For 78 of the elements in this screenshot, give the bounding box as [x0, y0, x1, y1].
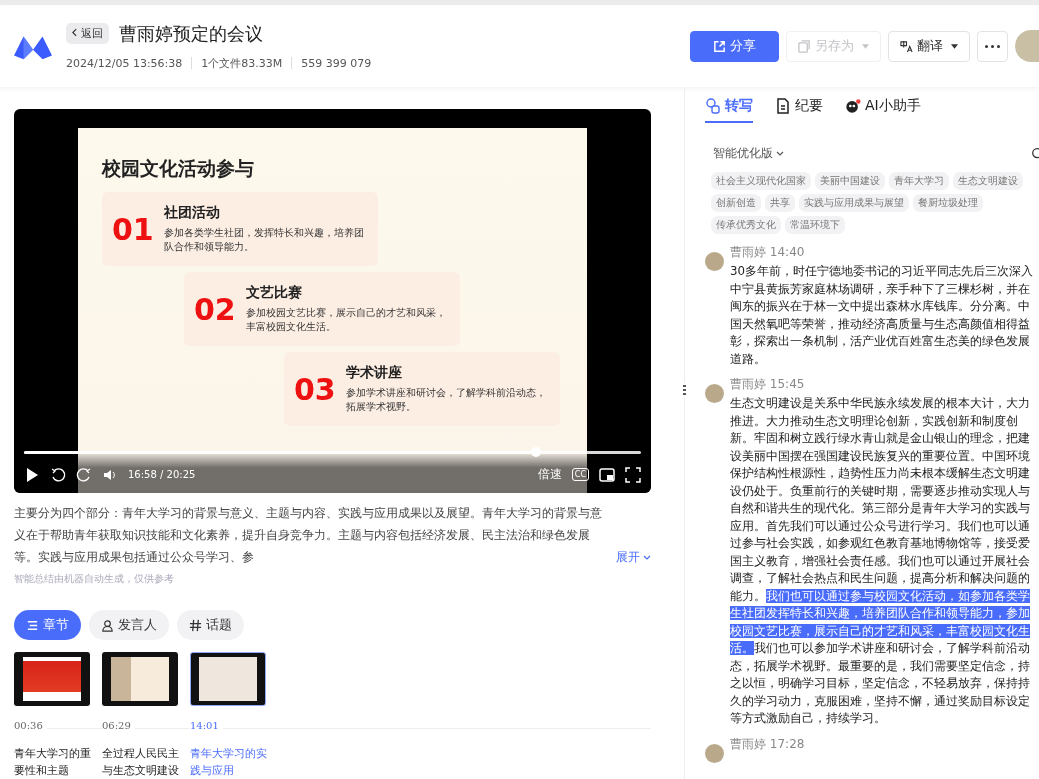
speaker-name-time: 曹雨婷 14:40 [730, 244, 806, 261]
search-icon[interactable] [1030, 146, 1039, 161]
slide-number: 03 [294, 371, 336, 407]
keyword-tag[interactable]: 创新创造 [711, 194, 761, 212]
chapter-title[interactable]: 青年大学习的实践与应用 [190, 745, 268, 779]
panel-tab[interactable]: 转写 [705, 97, 753, 123]
slide-number: 01 [112, 211, 154, 247]
forward-icon[interactable] [76, 466, 92, 483]
slide-card-text: 参加校园文艺比赛，展示自己的才艺和风采，丰富校园文化生活。 [245, 305, 447, 334]
chevron-down-icon [776, 151, 784, 156]
slide-card-title: 学术讲座 [345, 363, 403, 382]
transcript-text: 生态文明建设是关系中华民族永续发展的根本大计，大力推进。大力推动生态文明理论创新，实践创新和制度创新。牢固和树立践行绿水青山就是金山银山的理念，把建设美丽中国摆在强国建设民族复兴的重要位置。中国环境保护结构性根源性，趋势性压力尚未根本缓解生态文明建设仍处于。负重前行的关键时期，需要逐步推动实现人与自然和谐共生的现代化。第三部分是青年大学习的实践与应用。首先我们可以通过公众号进行学习。我们也可以通过参与社会实践，如参观红色教育基地博物馆等，接受爱国主义教育，增强社会责任感。我们也可以通过开展社会调查，了解社会热点和民生问题，提高分析和解决问题的能力。我们也可以通过参与校园文化活动，如参加各类学生社团发挥特长和兴趣，培养团队合作和领导能力，参加校园文艺比赛，展示自己的才艺和风采，丰富校园文化生活。我们也可以参加学术讲座和研讨会，了解学科前沿动态，拓展学术视野。最重要的是，我们需要坚定信念，持之以恒，明确学习目标，坚定信念，不轻易放弃，保持持久的学习动力，克服困难，坚持不懈，通过奖励目标设定等方式激励自己，持续学习。 [730, 395, 1031, 727]
playback-time: 16:58 / 20:25 [128, 469, 196, 480]
speaker-name-time: 曹雨婷 15:45 [730, 376, 806, 393]
slide-card-title: 社团活动 [163, 203, 221, 222]
meta-text: 2024/12/05 13:56:38 [66, 56, 183, 70]
panel-tab[interactable]: 纪要 [775, 97, 823, 123]
slide-card-text: 参加各类学生社团，发挥特长和兴趣，培养团队合作和领导能力。 [163, 225, 365, 254]
transcript-icon [705, 98, 721, 114]
chapter-thumbnail[interactable] [190, 652, 266, 706]
chevron-down-icon [643, 554, 651, 560]
translate-icon [900, 39, 913, 53]
chapter-thumbnail[interactable] [14, 652, 90, 706]
caret-icon [862, 43, 869, 49]
chapter-time: 06:29 [102, 720, 135, 731]
keyword-tag[interactable]: 共享 [765, 194, 795, 212]
caret-icon [951, 43, 958, 49]
keyword-tag[interactable]: 社会主义现代化国家 [711, 172, 811, 190]
rewind-icon[interactable] [50, 466, 66, 483]
speed-button[interactable]: 倍速 [537, 466, 562, 483]
slide-number: 02 [194, 291, 236, 327]
speaker-name-time: 曹雨婷 17:28 [730, 735, 806, 753]
keyword-tag[interactable]: 青年大学习 [889, 172, 949, 190]
slide-title: 校园文化活动参与 [102, 156, 255, 181]
fullscreen-icon[interactable] [625, 466, 641, 483]
chevron-left-icon [72, 28, 77, 37]
keyword-tag[interactable]: 生态文明建设 [953, 172, 1023, 190]
meeting-title: 曹雨婷预定的会议 [119, 21, 263, 46]
panel-tab[interactable]: AI小助手 [845, 97, 921, 123]
translate-button[interactable]: 翻译 [888, 30, 970, 62]
keyword-tag[interactable]: 常温环境下 [785, 216, 845, 234]
slide-card-title: 文艺比赛 [245, 283, 303, 302]
speaker-avatar [705, 384, 724, 403]
chapter-title[interactable]: 青年大学习的重要性和主题 [14, 745, 92, 779]
speaker-avatar [705, 252, 724, 271]
meta-text: 559 399 079 [301, 56, 372, 70]
chapter-time: 00:36 [14, 720, 47, 731]
subtitles-button[interactable]: CC [571, 468, 589, 481]
version-dropdown[interactable]: 智能优化版 [713, 145, 784, 162]
chapter-title[interactable]: 全过程人民民主与生态文明建设 [102, 745, 180, 779]
list-icon [26, 618, 39, 632]
copy-icon [798, 39, 811, 53]
meta-text: 1个文件83.33M [201, 55, 283, 71]
person-icon [101, 618, 114, 632]
view-tab[interactable]: 话题 [177, 610, 244, 640]
keyword-tag[interactable]: 实践与应用成果与展望 [799, 194, 909, 212]
keyword-tag[interactable]: 传承优秀文化 [711, 216, 781, 234]
share-button[interactable]: 分享 [690, 30, 779, 62]
chapter-time: 14:01 [190, 720, 223, 731]
progress-handle[interactable] [531, 447, 542, 457]
keyword-tag[interactable]: 美丽中国建设 [815, 172, 885, 190]
picture-in-picture-icon[interactable] [599, 466, 615, 483]
keyword-tag[interactable]: 餐厨垃圾处理 [913, 194, 983, 212]
summary-text: 主要分为四个部分：青年大学习的背景与意义、主题与内容、实践与应用成果以及展望。青年大学习的背景与意义在于帮助青年获取知识技能和文化素养，提升自身竞争力。主题与内容包括经济发展、民主法治和绿色发展等。实践与应用成果包括通过公众号学习、参 [14, 505, 603, 566]
chapter-thumbnail[interactable] [102, 652, 178, 706]
speaker-avatar [705, 743, 724, 763]
assistant-icon [845, 98, 861, 114]
view-tab[interactable]: 发言人 [89, 610, 169, 640]
slide-card-text: 参加学术讲座和研讨会，了解学科前沿动态，拓展学术视野。 [345, 385, 547, 414]
share-icon [713, 39, 726, 53]
document-icon [775, 98, 791, 114]
transcript-text: 30多年前，时任宁德地委书记的习近平同志先后三次深入中宁县黄振芳家庭林场调研，亲手种下了三棵杉树，并在闽东的振兴在于林一文中提出森林水库钱库。分分离。中国天然氧吧等荣誉，推动经济高质量与生态高颜值相得益彰，探索出一条机制，活产业优百姓富生态美的绿色发展道路。 [730, 263, 1034, 368]
disclaimer-text: 智能总结由机器自动生成，仅供参考 [14, 572, 175, 586]
hashtag-icon [189, 618, 202, 632]
play-icon[interactable] [24, 466, 40, 483]
view-tab[interactable]: 章节 [14, 610, 81, 640]
more-button[interactable] [977, 30, 1008, 62]
back-button[interactable]: 返回 [66, 23, 109, 44]
